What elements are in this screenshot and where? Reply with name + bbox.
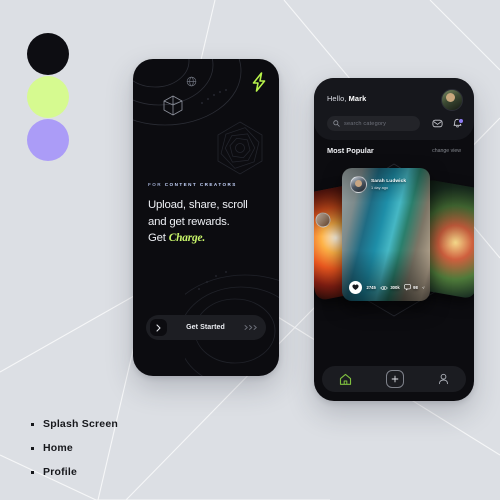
most-popular-title: Most Popular <box>327 146 374 155</box>
feed-card-like-count: 2745 <box>366 285 376 290</box>
lightning-bolt-icon <box>252 72 266 92</box>
feed-card-timestamp: 1 day ago <box>371 185 389 190</box>
legend-label: Splash Screen <box>43 418 118 430</box>
share-icon[interactable] <box>422 284 425 292</box>
legend-item-profile: Profile <box>31 466 118 478</box>
color-swatch-ink-black <box>27 33 69 75</box>
search-placeholder: search category <box>344 120 387 127</box>
canvas: FOR CONTENT CREATORS Upload, share, scro… <box>0 0 500 500</box>
home-icon[interactable] <box>339 373 352 386</box>
wireframe-rosette-icon <box>217 121 263 175</box>
feed-card-stack: Sarah Ludwick 1 day ago 2745 300k 98 <box>314 162 474 307</box>
color-swatch-lime-green <box>27 76 69 118</box>
change-view-link[interactable]: change view <box>432 148 461 154</box>
feed-card-comment-count: 98 <box>413 284 418 290</box>
feed-card-view-count: 300k <box>390 285 400 290</box>
wireframe-cube-icon <box>163 95 183 116</box>
add-button[interactable] <box>386 370 404 388</box>
comment-icon <box>404 284 412 291</box>
heart-icon[interactable] <box>349 281 362 294</box>
splash-headline: Upload, share, scroll and get rewards. G… <box>148 197 270 247</box>
feed-card-author-name: Sarah Ludwick <box>371 179 407 184</box>
splash-eyebrow-accent: CONTENT CREATORS <box>164 182 237 187</box>
feed-card-view-stat: 300k <box>380 285 400 291</box>
splash-headline-line3-prefix: Get <box>148 232 169 244</box>
bullet-icon <box>31 446 34 450</box>
orbit-arcs-decoration <box>133 59 242 126</box>
legend-label: Home <box>43 442 73 454</box>
search-input[interactable]: search category <box>327 116 420 131</box>
legend-item-splash-screen: Splash Screen <box>31 418 118 430</box>
header-icon-group <box>432 117 464 129</box>
color-swatch-periwinkle-purple <box>27 119 69 161</box>
get-started-label: Get Started <box>186 324 225 331</box>
splash-eyebrow-prefix: FOR <box>148 182 165 187</box>
home-screen-mockup: Hello, Mark search category Most Popular… <box>314 78 474 401</box>
feed-card-author-row: Sarah Ludwick 1 day ago <box>350 176 406 193</box>
get-started-button[interactable]: Get Started <box>146 315 266 340</box>
legend-label: Profile <box>43 466 78 478</box>
legend: Splash Screen Home Profile <box>31 418 118 490</box>
greeting: Hello, Mark <box>327 94 366 103</box>
most-popular-section-header: Most Popular change view <box>327 146 461 155</box>
greeting-name: Mark <box>348 94 367 103</box>
triple-chevron-right-icon <box>244 324 258 331</box>
greeting-prefix: Hello, <box>327 94 349 103</box>
wireframe-globe-icon <box>186 76 197 87</box>
bullet-icon <box>31 470 34 474</box>
splash-headline-line3: Get Charge. <box>148 230 270 247</box>
bullet-icon <box>31 422 34 426</box>
feed-card-stats: 2745 300k 98 <box>349 281 425 294</box>
splash-eyebrow: FOR CONTENT CREATORS <box>148 182 237 187</box>
avatar <box>314 211 332 229</box>
notification-badge <box>457 117 464 124</box>
plus-icon <box>391 375 399 383</box>
splash-headline-line1: Upload, share, scroll <box>148 199 248 211</box>
avatar <box>350 176 367 193</box>
mail-icon[interactable] <box>432 118 443 129</box>
feed-card-comment-stat: 98 <box>404 284 418 291</box>
bottom-navigation <box>322 366 466 392</box>
eye-icon <box>380 285 389 290</box>
chevron-right-icon <box>150 319 167 336</box>
avatar[interactable] <box>441 89 463 111</box>
legend-item-home: Home <box>31 442 118 454</box>
splash-screen-mockup: FOR CONTENT CREATORS Upload, share, scro… <box>133 59 279 376</box>
splash-headline-line2: and get rewards. <box>148 215 230 228</box>
person-icon[interactable] <box>438 373 449 385</box>
splash-headline-brand: Charge. <box>168 232 205 244</box>
feed-card-active[interactable]: Sarah Ludwick 1 day ago 2745 300k 98 <box>342 168 430 301</box>
search-icon <box>333 120 340 127</box>
